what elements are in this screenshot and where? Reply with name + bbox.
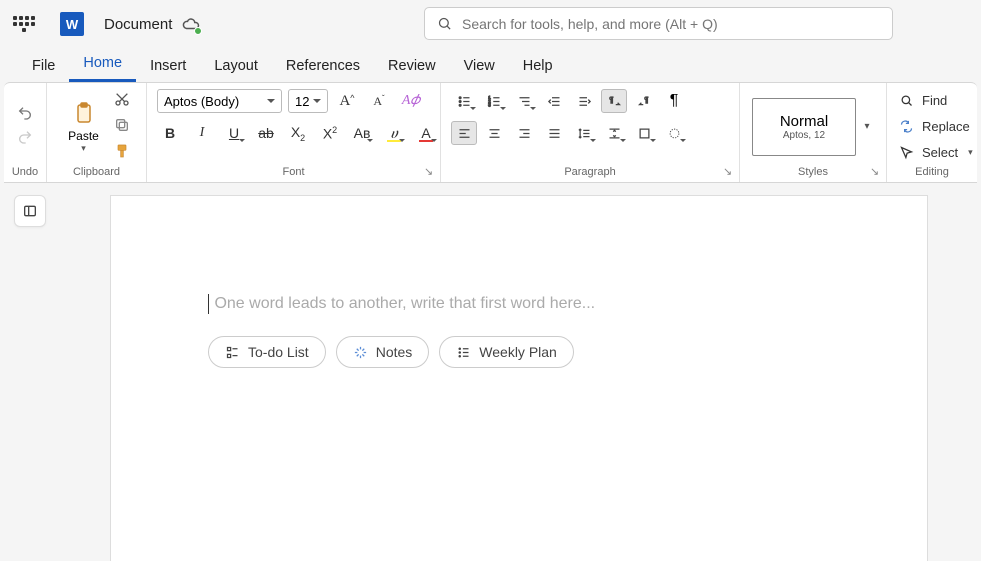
superscript-button[interactable]: X2 (317, 121, 343, 145)
style-name-label: Normal (780, 113, 828, 130)
tab-review[interactable]: Review (374, 52, 450, 82)
select-button[interactable]: Select▾ (899, 141, 973, 163)
grow-font-button[interactable]: A^ (334, 89, 360, 113)
justify-button[interactable] (541, 121, 567, 145)
cut-icon[interactable] (112, 89, 132, 109)
text-cursor (208, 294, 209, 314)
redo-icon[interactable] (17, 129, 33, 145)
styles-gallery-expand[interactable]: ▾ (860, 107, 874, 147)
ribbon-tabs: File Home Insert Layout References Revie… (0, 48, 981, 82)
clear-formatting-button[interactable]: A𝜙 (398, 89, 424, 113)
tab-layout[interactable]: Layout (200, 52, 272, 82)
chip-weekly-plan[interactable]: Weekly Plan (439, 336, 574, 368)
bullets-button[interactable] (451, 89, 477, 113)
chip-todo-list[interactable]: To-do List (208, 336, 326, 368)
tab-view[interactable]: View (450, 52, 509, 82)
borders-button[interactable] (631, 121, 657, 145)
font-name-select[interactable]: Aptos (Body) (157, 89, 282, 113)
show-paragraph-marks-button[interactable]: ¶ (661, 89, 687, 113)
placeholder-text: One word leads to another, write that fi… (214, 295, 595, 312)
cloud-sync-icon[interactable] (182, 15, 200, 33)
navigation-pane-toggle[interactable] (14, 195, 46, 227)
font-size-select[interactable]: 12 (288, 89, 328, 113)
italic-button[interactable]: I (189, 121, 215, 145)
list-icon (225, 345, 240, 360)
replace-button[interactable]: Replace (899, 115, 970, 137)
format-painter-icon[interactable] (112, 141, 132, 161)
tab-file[interactable]: File (18, 52, 69, 82)
chevron-down-icon: ▾ (81, 143, 86, 154)
underline-button[interactable]: U (221, 121, 247, 145)
numbering-button[interactable]: 123 (481, 89, 507, 113)
group-label-clipboard: Clipboard (47, 166, 146, 182)
group-label-font: Font (147, 166, 440, 182)
search-input[interactable] (462, 16, 880, 32)
shading-button[interactable] (661, 121, 687, 145)
chip-notes[interactable]: Notes (336, 336, 430, 368)
search-box[interactable] (424, 7, 893, 40)
paragraph-dialog-launcher[interactable]: ↘ (723, 166, 735, 178)
align-left-button[interactable] (451, 121, 477, 145)
svg-text:¶: ¶ (644, 97, 648, 104)
copy-icon[interactable] (112, 115, 132, 135)
document-title[interactable]: Document (104, 16, 172, 33)
style-sub-label: Aptos, 12 (783, 130, 825, 141)
replace-icon (899, 119, 914, 134)
clipboard-icon (72, 99, 96, 127)
task-list-icon (456, 345, 471, 360)
align-center-button[interactable] (481, 121, 507, 145)
svg-text:¶: ¶ (609, 97, 613, 104)
highlight-button[interactable]: ሀ (381, 121, 407, 145)
group-label-paragraph: Paragraph (441, 166, 739, 182)
decrease-indent-button[interactable] (541, 89, 567, 113)
font-dialog-launcher[interactable]: ↘ (424, 166, 436, 178)
panel-icon (22, 203, 38, 219)
tab-insert[interactable]: Insert (136, 52, 200, 82)
change-case-button[interactable]: Aʙ (349, 121, 375, 145)
svg-text:3: 3 (488, 102, 491, 107)
word-app-icon: W (60, 12, 84, 36)
tab-home[interactable]: Home (69, 49, 136, 82)
cursor-icon (899, 145, 914, 160)
font-color-button[interactable]: A (413, 121, 439, 145)
paste-button[interactable]: Paste ▾ (62, 95, 106, 154)
rtl-text-direction-button[interactable]: ¶ (631, 89, 657, 113)
paragraph-spacing-button[interactable] (601, 121, 627, 145)
search-icon (437, 16, 452, 31)
shrink-font-button[interactable]: Aˇ (366, 89, 392, 113)
align-right-button[interactable] (511, 121, 537, 145)
paste-label: Paste (68, 129, 99, 143)
line-spacing-button[interactable] (571, 121, 597, 145)
group-label-styles: Styles (740, 166, 886, 182)
app-launcher-icon[interactable] (12, 12, 36, 36)
subscript-button[interactable]: X2 (285, 121, 311, 145)
group-label-editing: Editing (887, 166, 977, 182)
tab-help[interactable]: Help (509, 52, 567, 82)
ltr-text-direction-button[interactable]: ¶ (601, 89, 627, 113)
search-icon (899, 93, 914, 108)
multilevel-list-button[interactable] (511, 89, 537, 113)
find-button[interactable]: Find (899, 89, 947, 111)
tab-references[interactable]: References (272, 52, 374, 82)
increase-indent-button[interactable] (571, 89, 597, 113)
sparkle-icon (353, 345, 368, 360)
styles-dialog-launcher[interactable]: ↘ (870, 166, 882, 178)
ribbon: Undo Paste ▾ Clipboard Aptos (Body) 12 A… (4, 82, 977, 183)
group-label-undo: Undo (4, 166, 46, 182)
undo-icon[interactable] (17, 105, 33, 121)
document-page[interactable]: One word leads to another, write that fi… (110, 195, 928, 561)
bold-button[interactable]: B (157, 121, 183, 145)
style-normal[interactable]: Normal Aptos, 12 (752, 98, 856, 156)
strikethrough-button[interactable]: ab (253, 121, 279, 145)
